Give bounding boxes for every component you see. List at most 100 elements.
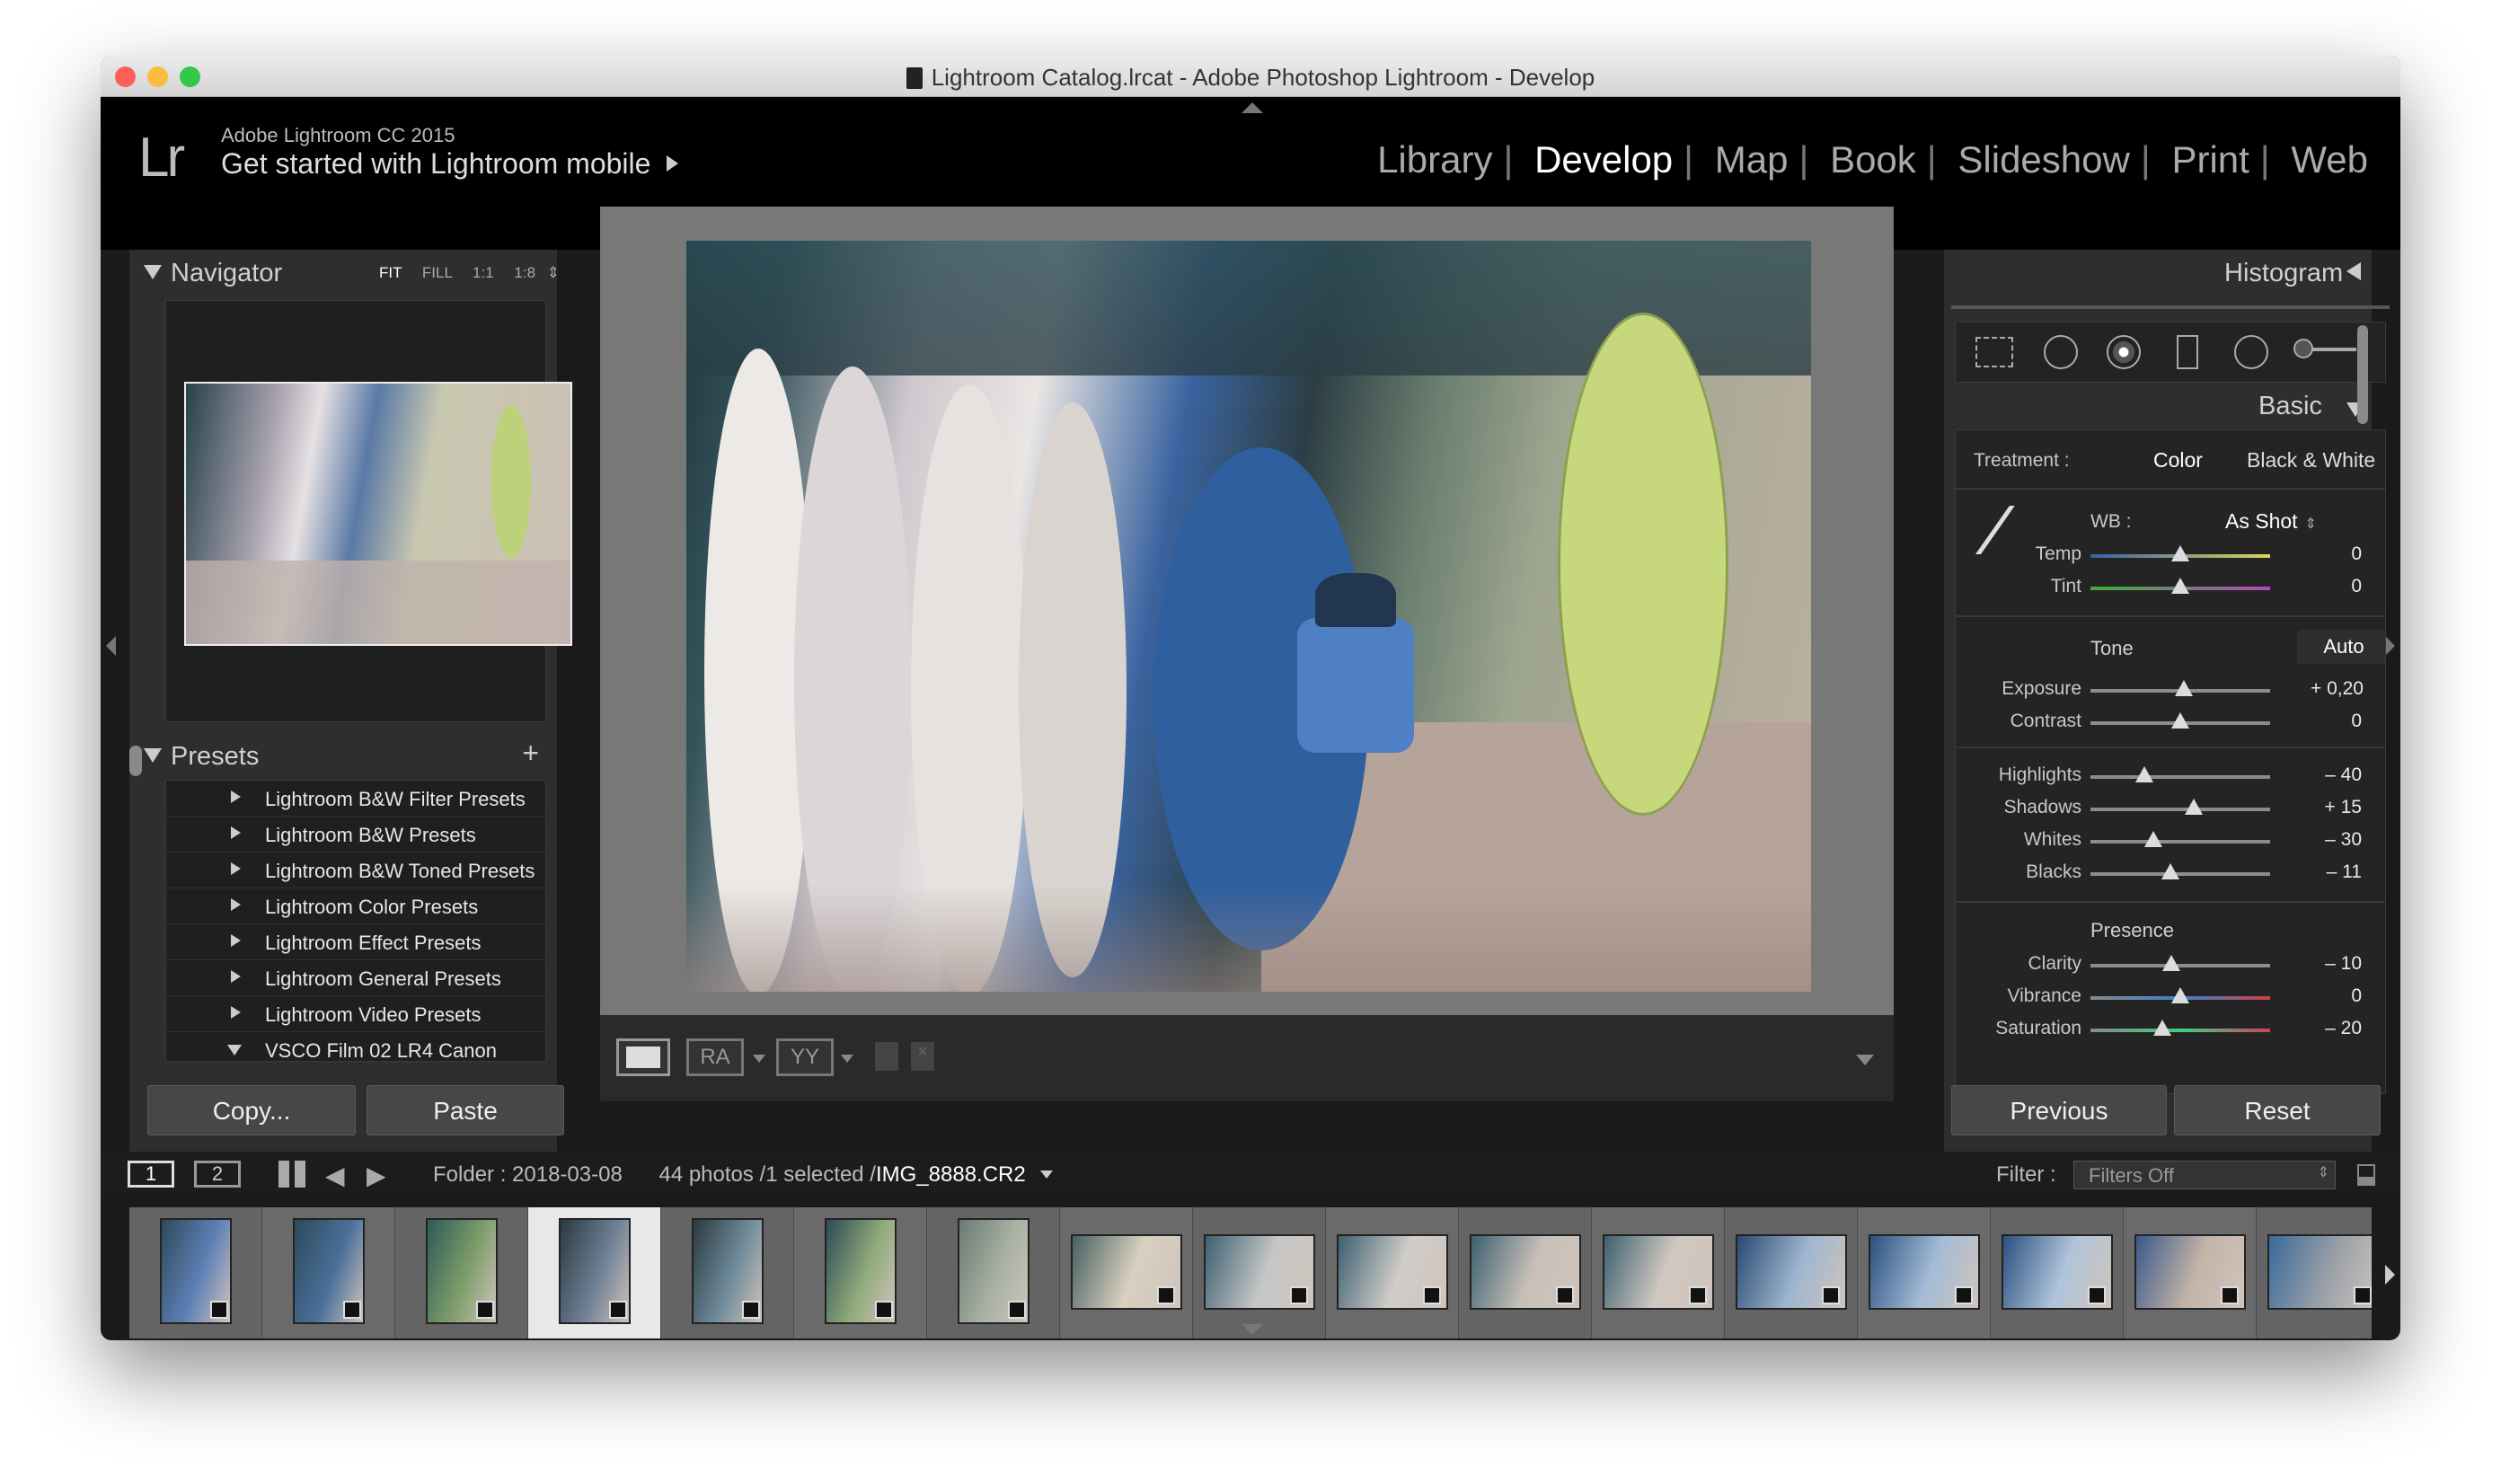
filmstrip-right-arrow-icon[interactable] [2385, 1265, 2395, 1285]
filter-select[interactable]: Filters Off ⇕ [2073, 1161, 2336, 1189]
swap-settings-button[interactable]: YY [776, 1038, 834, 1076]
add-preset-icon[interactable]: + [522, 737, 539, 770]
saturation-value[interactable]: – 20 [2299, 1018, 2362, 1039]
filmstrip-thumbnail[interactable] [395, 1207, 528, 1338]
filmstrip-thumbnail[interactable] [1725, 1207, 1858, 1338]
module-web[interactable]: Web [2291, 138, 2368, 181]
left-panel-scrollbar[interactable] [129, 746, 142, 776]
saturation-slider[interactable] [2090, 1020, 2270, 1036]
paste-button[interactable]: Paste [367, 1085, 564, 1135]
forward-arrow-icon[interactable]: ▶ [367, 1161, 386, 1190]
navigator-header[interactable]: Navigator FIT FILL 1:1 1:8 ⇕ [144, 250, 560, 295]
module-develop[interactable]: Develop [1534, 138, 1673, 181]
blacks-slider[interactable] [2090, 863, 2270, 879]
tint-thumb[interactable] [2171, 578, 2189, 594]
toolbar-content-menu-icon[interactable] [1856, 1055, 1874, 1065]
zoom-fill[interactable]: FILL [422, 264, 452, 281]
tint-value[interactable]: 0 [2299, 576, 2362, 597]
auto-tone-button[interactable]: Auto [2297, 630, 2385, 664]
whites-thumb[interactable] [2144, 831, 2162, 847]
shadows-thumb[interactable] [2185, 799, 2203, 815]
right-panel-scrollbar[interactable] [2357, 325, 2368, 424]
collapse-filmstrip-icon[interactable] [1242, 1324, 1263, 1335]
whites-slider[interactable] [2090, 831, 2270, 847]
preset-folder-item[interactable]: Lightroom Video Presets [166, 996, 545, 1032]
module-book[interactable]: Book [1830, 138, 1916, 181]
preset-folder-item[interactable]: Lightroom General Presets [166, 960, 545, 996]
before-after-button[interactable]: RA [686, 1038, 744, 1076]
dropdown-arrow-icon[interactable] [753, 1055, 765, 1063]
contrast-slider[interactable] [2090, 712, 2270, 729]
temp-value[interactable]: 0 [2299, 543, 2362, 565]
navigator-thumbnail[interactable] [184, 382, 572, 646]
filmstrip-thumbnail[interactable] [1459, 1207, 1592, 1338]
zoom-fit[interactable]: FIT [379, 264, 402, 281]
presets-header[interactable]: Presets + [144, 733, 543, 778]
shadows-value[interactable]: + 15 [2299, 797, 2362, 818]
previous-button[interactable]: Previous [1951, 1085, 2167, 1135]
filmstrip-thumbnail[interactable] [2124, 1207, 2257, 1338]
collapse-left-panel-icon[interactable] [106, 636, 116, 656]
vibrance-thumb[interactable] [2171, 987, 2189, 1003]
filmstrip-thumbnail[interactable] [1991, 1207, 2124, 1338]
temp-thumb[interactable] [2171, 545, 2189, 561]
contrast-value[interactable]: 0 [2299, 711, 2362, 732]
spot-removal-icon[interactable] [2044, 335, 2078, 369]
module-map[interactable]: Map [1715, 138, 1789, 181]
reset-button[interactable]: Reset [2174, 1085, 2381, 1135]
filmstrip-thumbnail[interactable] [1193, 1207, 1326, 1338]
secondary-window-button[interactable]: 2 [194, 1161, 241, 1188]
radial-filter-icon[interactable] [2234, 335, 2268, 369]
filmstrip-thumbnail[interactable] [794, 1207, 927, 1338]
module-slideshow[interactable]: Slideshow [1957, 138, 2129, 181]
wb-select[interactable]: As Shot ⇕ [2225, 509, 2317, 534]
preset-folder-item[interactable]: Lightroom Color Presets [166, 888, 545, 924]
preset-folder-item-expanded[interactable]: VSCO Film 02 LR4 Canon [166, 1032, 545, 1061]
whites-value[interactable]: – 30 [2299, 829, 2362, 851]
copy-button[interactable]: Copy... [147, 1085, 356, 1135]
main-photo[interactable] [686, 241, 1811, 992]
basic-header[interactable]: Basic [1944, 384, 2372, 424]
preset-folder-item[interactable]: Lightroom B&W Toned Presets [166, 852, 545, 888]
filmstrip-thumbnail[interactable] [262, 1207, 395, 1338]
zoom-1-1[interactable]: 1:1 [473, 264, 494, 281]
filter-lock-icon[interactable] [2357, 1164, 2375, 1186]
loupe-view-icon[interactable] [616, 1038, 670, 1076]
filmstrip-thumbnail-selected[interactable] [528, 1207, 661, 1338]
zoom-stepper-icon[interactable]: ⇕ [547, 264, 560, 281]
preset-folder-item[interactable]: Lightroom B&W Presets [166, 817, 545, 852]
filmstrip-thumbnail[interactable] [1326, 1207, 1459, 1338]
module-library[interactable]: Library [1377, 138, 1492, 181]
treatment-color[interactable]: Color [2153, 448, 2203, 473]
vibrance-slider[interactable] [2090, 987, 2270, 1003]
filmstrip-thumbnail[interactable] [1592, 1207, 1725, 1338]
adjustment-brush-icon[interactable] [2293, 339, 2356, 358]
histogram-header[interactable]: Histogram [1944, 250, 2372, 295]
main-window-button[interactable]: 1 [128, 1161, 174, 1188]
filmstrip-thumbnail[interactable] [927, 1207, 1060, 1338]
mobile-link[interactable]: Get started with Lightroom mobile [221, 147, 679, 181]
filmstrip-thumbnail[interactable] [661, 1207, 794, 1338]
filmstrip-thumbnail[interactable] [129, 1207, 262, 1338]
blacks-value[interactable]: – 11 [2299, 861, 2362, 883]
dropdown-arrow-icon[interactable] [841, 1055, 853, 1063]
reject-flag-icon[interactable]: × [911, 1042, 934, 1071]
tint-slider[interactable] [2090, 578, 2270, 594]
saturation-thumb[interactable] [2153, 1020, 2171, 1036]
preset-folder-item[interactable]: Lightroom B&W Filter Presets [166, 781, 545, 817]
collapse-right-panel-icon[interactable] [2385, 636, 2395, 656]
red-eye-icon[interactable] [2107, 335, 2141, 369]
back-arrow-icon[interactable]: ◀ [325, 1161, 345, 1190]
clarity-value[interactable]: – 10 [2299, 953, 2362, 975]
treatment-bw[interactable]: Black & White [2247, 448, 2375, 473]
graduated-filter-icon[interactable] [2177, 335, 2198, 369]
highlights-value[interactable]: – 40 [2299, 764, 2362, 786]
highlights-slider[interactable] [2090, 766, 2270, 782]
clarity-slider[interactable] [2090, 955, 2270, 971]
crop-tool-icon[interactable] [1975, 337, 2013, 367]
vibrance-value[interactable]: 0 [2299, 985, 2362, 1007]
filmstrip-source[interactable]: Folder : 2018-03-08 44 photos /1 selecte… [433, 1162, 1054, 1188]
clarity-thumb[interactable] [2162, 955, 2180, 971]
shadows-slider[interactable] [2090, 799, 2270, 815]
filmstrip-thumbnail[interactable] [1060, 1207, 1193, 1338]
